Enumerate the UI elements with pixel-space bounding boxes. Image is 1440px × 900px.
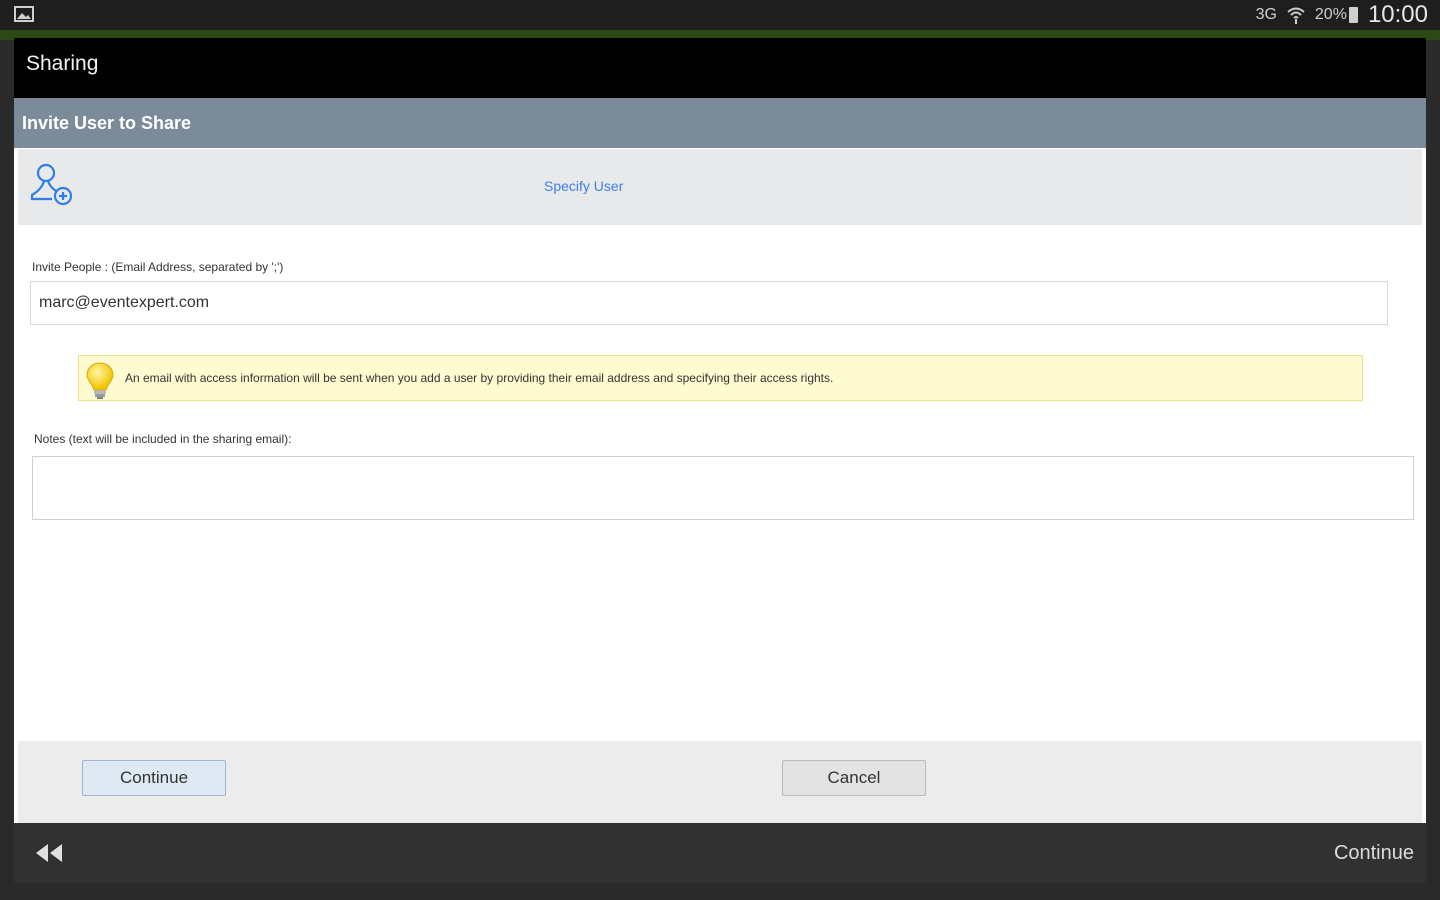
bottom-navigation-bar: Continue: [14, 823, 1426, 883]
cancel-button[interactable]: Cancel: [782, 760, 926, 796]
continue-button[interactable]: Continue: [82, 760, 226, 796]
notes-label: Notes (text will be included in the shar…: [34, 432, 292, 446]
battery-icon: [1348, 7, 1358, 23]
dialog-title: Sharing: [26, 52, 99, 75]
invite-email-input[interactable]: [30, 281, 1388, 325]
specify-user-link[interactable]: Specify User: [544, 178, 623, 194]
rewind-back-icon[interactable]: [34, 842, 64, 864]
gallery-notification-icon: [14, 6, 34, 22]
add-user-icon: [30, 163, 73, 206]
battery-indicator: 20%: [1315, 6, 1358, 24]
status-bar: 3G 20% 10:00: [0, 0, 1440, 30]
wifi-icon: [1287, 7, 1305, 24]
dialog-button-panel: Continue Cancel: [18, 741, 1422, 823]
notes-textarea[interactable]: [32, 456, 1414, 520]
bottom-edge: [0, 883, 1440, 900]
lightbulb-icon: [86, 362, 114, 399]
clock: 10:00: [1367, 1, 1428, 28]
invite-people-label: Invite People : (Email Address, separate…: [32, 260, 284, 274]
info-tip-box: An email with access information will be…: [78, 355, 1363, 401]
dialog-title-bar: Sharing: [14, 38, 1426, 98]
tip-text: An email with access information will be…: [125, 371, 834, 385]
bottom-continue-button[interactable]: Continue: [1334, 842, 1414, 865]
network-type: 3G: [1255, 6, 1277, 23]
sharing-dialog: Sharing Invite User to Share Specify Use…: [14, 38, 1426, 823]
section-header: Invite User to Share: [14, 98, 1426, 148]
section-title: Invite User to Share: [22, 113, 192, 133]
battery-level: 20%: [1314, 6, 1347, 23]
status-indicators: 3G 20% 10:00: [1256, 0, 1428, 30]
specify-user-panel: Specify User: [18, 149, 1422, 225]
